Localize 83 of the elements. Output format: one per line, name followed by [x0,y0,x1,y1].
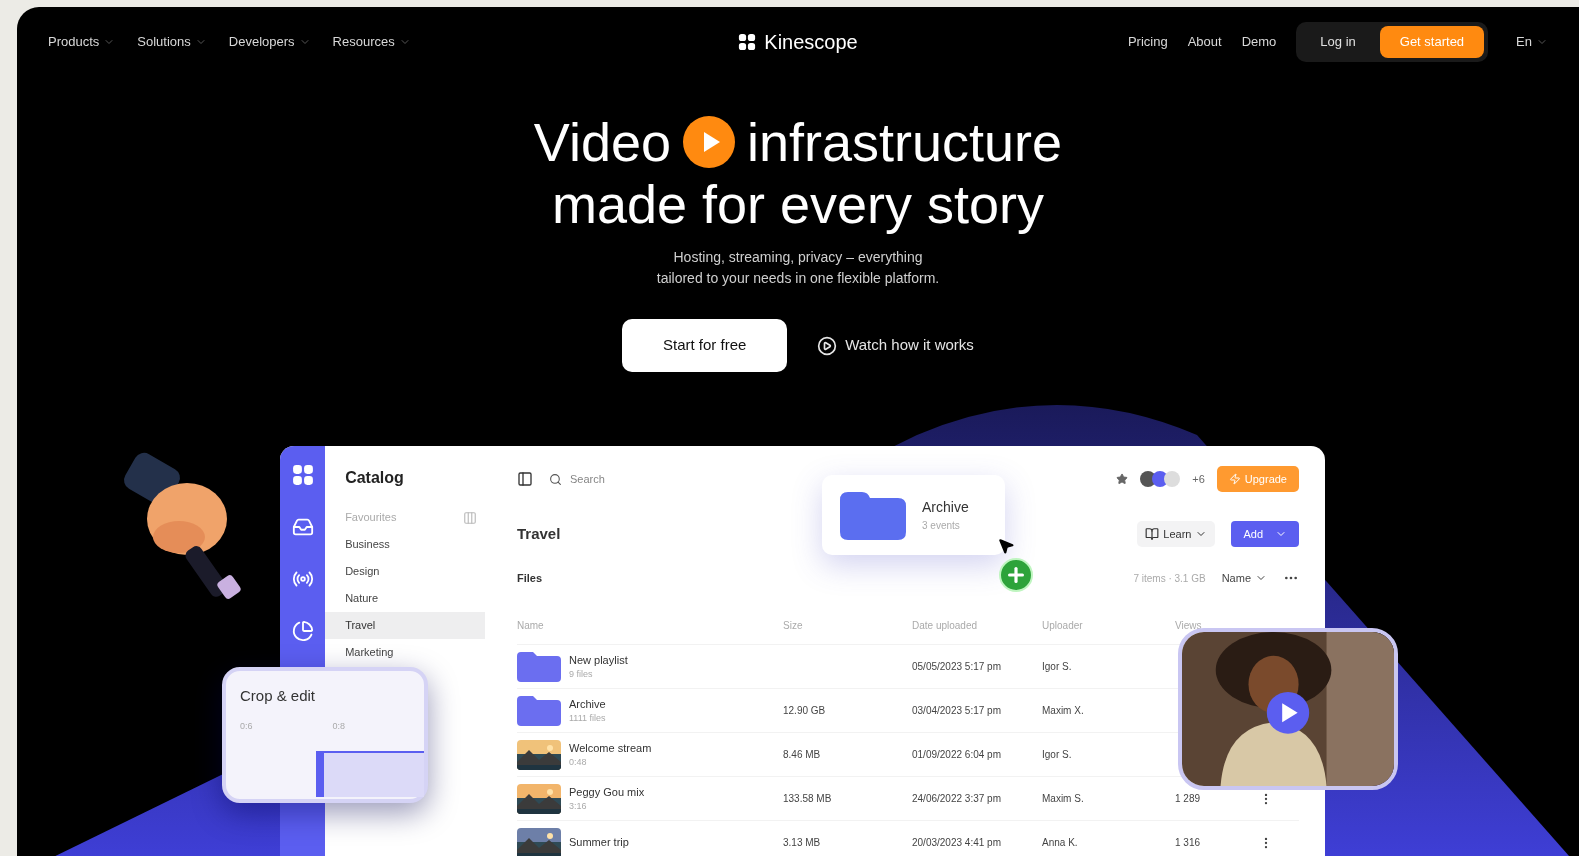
column-header: Name [517,618,545,633]
folder-icon [517,695,561,726]
table-cell-text: 1 289 [1175,792,1202,806]
file-meta: 1111 files [569,712,606,725]
popup-title: Archive [922,498,969,517]
table-cell-text: 1 316 [1175,836,1202,850]
nav-link[interactable]: About [1187,32,1222,52]
nav-link[interactable]: Demo [1241,32,1277,52]
brand-name: Kinescope [764,30,858,55]
play-icon [683,116,735,168]
star-icon[interactable] [1116,473,1129,485]
table-cell-text: 03/04/2023 5:17 pm [912,704,1002,718]
catalog-item[interactable]: Travel [325,612,485,639]
file-name[interactable]: Summer trip [569,834,629,851]
learn-button[interactable]: Learn [1137,521,1216,547]
table-cell-text: Anna K. [1042,836,1079,850]
folder-icon [517,651,561,682]
table-cell-text: Igor S. [1042,748,1073,762]
file-meta: 3:16 [569,800,588,813]
time-label: 0:8 [332,719,346,733]
login-button[interactable]: Log in [1300,28,1376,56]
sort-dropdown[interactable]: Name [1221,569,1267,587]
table-cell-text: 24/06/2022 3:37 pm [912,792,1002,806]
table-cell-text: 20/03/2023 4:41 pm [912,836,1002,850]
file-name[interactable]: Archive [569,695,606,712]
catalog-item[interactable]: Business [325,531,485,558]
chart-icon[interactable] [291,620,314,642]
start-free-button[interactable]: Start for free [622,319,788,372]
nav-link[interactable]: Pricing [1127,32,1168,52]
column-header: Uploader [1042,618,1084,633]
book-icon [1145,527,1160,541]
time-label: 0:6 [240,719,253,733]
file-name[interactable]: Peggy Gou mix [569,783,645,800]
inbox-icon[interactable] [291,516,314,538]
files-summary: 7 items · 3.1 GB [1133,571,1206,586]
table-cell-text: 133.58 MB [783,792,833,806]
table-cell-text: Maxim S. [1042,792,1085,806]
catalog-title: Catalog [345,468,405,488]
play-icon [817,335,838,356]
add-button[interactable]: Add [1231,521,1299,547]
watch-video-button[interactable]: Watch how it works [817,334,974,357]
catalog-item[interactable]: Nature [325,585,485,612]
folder-icon [840,490,906,540]
column-header: Views [1175,618,1203,633]
logo-icon [738,33,757,51]
folder-title: Travel [517,523,561,544]
sidebar-toggle-icon[interactable] [517,471,533,487]
catalog-item[interactable]: Design [325,558,485,585]
member-count: +6 [1192,471,1205,487]
table-cell-text: 3.13 MB [783,836,822,850]
hero-subtitle: Hosting, streaming, privacy – everything tailored to your needs in one flexible platform. [656,248,940,288]
section-title: Files [517,570,543,586]
search-field[interactable]: Search [570,470,670,488]
column-header: Date uploaded [912,618,979,633]
bolt-icon [1228,473,1241,485]
file-name[interactable]: New playlist [569,651,628,668]
nav-menu[interactable]: Resources [332,32,411,52]
avatar [1164,471,1181,487]
search-icon [549,472,562,486]
column-header: Size [783,618,804,633]
headline-text: infrastructure [747,111,1063,173]
file-name[interactable]: Welcome stream [569,739,652,756]
popup-meta: 3 events [922,519,961,533]
nav-menu[interactable]: Developers [228,32,311,52]
language-selector[interactable]: En [1516,32,1548,52]
nav-menu[interactable]: Products [48,32,116,52]
file-meta: 0:48 [569,756,588,769]
plus-icon [1005,564,1027,586]
headline-text: Video [533,111,671,173]
logo-icon [291,464,314,486]
table-cell-text: Igor S. [1042,660,1073,674]
card-title: Crop & edit [240,686,317,706]
headline-text: made for every story [551,173,1045,235]
table-cell-text: 05/05/2023 5:17 pm [912,660,1002,674]
table-cell-text: 01/09/2022 6:04 pm [912,748,1002,762]
table-cell-text: 12.90 GB [783,704,827,718]
cursor-icon [997,537,1015,555]
trim-range[interactable] [316,751,424,797]
table-cell-text: 8.46 MB [783,748,822,762]
catalog-item[interactable]: Marketing [325,639,485,666]
table-cell-text: Maxim X. [1042,704,1085,718]
file-meta: 9 files [569,668,594,681]
nav-menu[interactable]: Solutions [137,32,207,52]
